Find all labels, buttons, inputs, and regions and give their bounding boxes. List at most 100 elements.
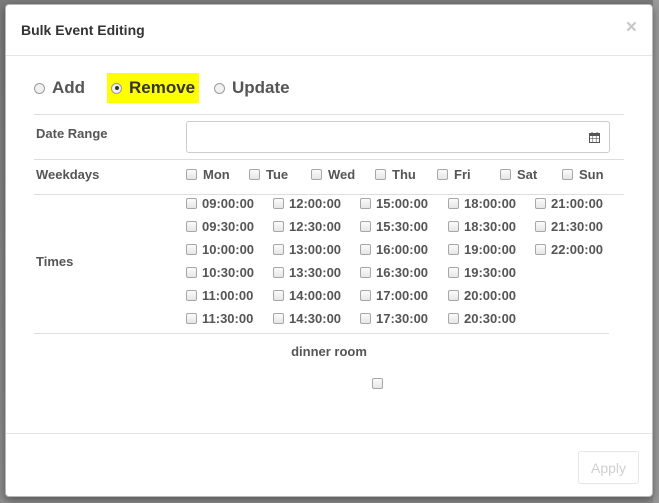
time-checkbox[interactable] <box>273 312 284 324</box>
weekday-label: Thu <box>392 166 416 182</box>
time-checkbox[interactable] <box>448 243 459 255</box>
time-option[interactable]: 16:30:00 <box>360 264 428 280</box>
time-option[interactable]: 19:30:00 <box>448 264 516 280</box>
time-checkbox[interactable] <box>360 197 371 209</box>
radio-add-indicator[interactable] <box>34 82 45 94</box>
close-button[interactable]: × <box>626 18 637 37</box>
radio-remove[interactable]: Remove <box>107 73 200 103</box>
time-option[interactable]: 20:00:00 <box>448 287 516 303</box>
time-option[interactable]: 15:00:00 <box>360 195 428 211</box>
time-checkbox[interactable] <box>273 289 284 301</box>
time-label: 15:00:00 <box>376 195 429 211</box>
time-option[interactable]: 11:30:00 <box>186 310 253 326</box>
time-option[interactable]: 10:00:00 <box>186 241 254 257</box>
time-checkbox[interactable] <box>448 289 459 301</box>
weekday-checkbox[interactable] <box>437 168 448 180</box>
time-label: 17:00:00 <box>376 287 429 303</box>
time-option[interactable]: 11:00:00 <box>186 287 253 303</box>
time-checkbox[interactable] <box>448 220 459 232</box>
weekday-label: Sun <box>579 166 604 182</box>
time-option[interactable]: 15:30:00 <box>360 218 428 234</box>
bulk-edit-dialog: Bulk Event Editing × Add Remove Update D… <box>5 4 653 497</box>
time-option[interactable]: 12:30:00 <box>273 218 341 234</box>
time-checkbox[interactable] <box>273 197 284 209</box>
radio-update[interactable]: Update <box>214 73 290 103</box>
time-option[interactable]: 18:30:00 <box>448 218 516 234</box>
radio-update-indicator[interactable] <box>214 82 225 94</box>
weekday-checkbox[interactable] <box>562 168 573 180</box>
apply-button[interactable]: Apply <box>578 451 639 484</box>
weekday-checkbox[interactable] <box>249 168 260 180</box>
weekday-checkbox[interactable] <box>500 168 511 180</box>
time-option[interactable]: 17:30:00 <box>360 310 428 326</box>
time-checkbox[interactable] <box>186 220 197 232</box>
time-option[interactable]: 22:00:00 <box>535 241 603 257</box>
time-label: 18:00:00 <box>464 195 517 211</box>
time-checkbox[interactable] <box>186 289 197 301</box>
radio-remove-indicator[interactable] <box>111 82 122 94</box>
weekday-checkbox[interactable] <box>311 168 322 180</box>
time-checkbox[interactable] <box>273 266 284 278</box>
calendar-icon[interactable] <box>589 132 600 143</box>
time-checkbox[interactable] <box>360 220 371 232</box>
time-checkbox[interactable] <box>273 243 284 255</box>
time-checkbox[interactable] <box>186 197 197 209</box>
radio-remove-label: Remove <box>129 78 196 97</box>
weekday-tue[interactable]: Tue <box>249 166 288 182</box>
weekday-thu[interactable]: Thu <box>375 166 416 182</box>
time-option[interactable]: 20:30:00 <box>448 310 516 326</box>
time-option[interactable]: 14:00:00 <box>273 287 341 303</box>
time-label: 11:00:00 <box>202 287 254 303</box>
time-option[interactable]: 21:00:00 <box>535 195 603 211</box>
time-label: 17:30:00 <box>376 310 429 326</box>
time-checkbox[interactable] <box>360 266 371 278</box>
weekday-wed[interactable]: Wed <box>311 166 355 182</box>
time-label: 22:00:00 <box>551 241 604 257</box>
time-option[interactable]: 21:30:00 <box>535 218 603 234</box>
weekday-checkbox[interactable] <box>375 168 386 180</box>
time-checkbox[interactable] <box>360 243 371 255</box>
time-label: 19:00:00 <box>464 241 517 257</box>
time-checkbox[interactable] <box>360 312 371 324</box>
time-checkbox[interactable] <box>273 220 284 232</box>
time-option[interactable]: 10:30:00 <box>186 264 254 280</box>
time-checkbox[interactable] <box>448 312 459 324</box>
time-checkbox[interactable] <box>535 220 546 232</box>
radio-update-label: Update <box>232 78 290 97</box>
time-checkbox[interactable] <box>186 266 197 278</box>
time-checkbox[interactable] <box>360 289 371 301</box>
time-option[interactable]: 16:00:00 <box>360 241 428 257</box>
time-option[interactable]: 19:00:00 <box>448 241 516 257</box>
time-label: 12:30:00 <box>289 218 342 234</box>
weekday-fri[interactable]: Fri <box>437 166 471 182</box>
time-label: 20:30:00 <box>464 310 517 326</box>
time-option[interactable]: 17:00:00 <box>360 287 428 303</box>
modal-footer <box>6 433 652 434</box>
time-checkbox[interactable] <box>448 266 459 278</box>
time-option[interactable]: 14:30:00 <box>273 310 341 326</box>
time-checkbox[interactable] <box>448 197 459 209</box>
weekday-sun[interactable]: Sun <box>562 166 604 182</box>
resource-checkbox[interactable] <box>372 378 383 389</box>
time-label: 16:00:00 <box>376 241 429 257</box>
divider <box>34 159 624 160</box>
time-checkbox[interactable] <box>186 312 197 324</box>
date-range-input[interactable] <box>186 121 610 153</box>
time-checkbox[interactable] <box>535 243 546 255</box>
time-option[interactable]: 09:00:00 <box>186 195 254 211</box>
time-option[interactable]: 13:30:00 <box>273 264 341 280</box>
time-option[interactable]: 09:30:00 <box>186 218 254 234</box>
weekday-checkbox[interactable] <box>186 168 197 180</box>
time-option[interactable]: 18:00:00 <box>448 195 516 211</box>
time-option[interactable]: 12:00:00 <box>273 195 341 211</box>
time-checkbox[interactable] <box>186 243 197 255</box>
weekday-sat[interactable]: Sat <box>500 166 537 182</box>
resource-label: dinner room <box>291 344 367 359</box>
time-label: 10:30:00 <box>202 264 255 280</box>
time-label: 09:00:00 <box>202 195 255 211</box>
radio-add[interactable]: Add <box>34 73 85 103</box>
weekday-mon[interactable]: Mon <box>186 166 230 182</box>
time-label: 15:30:00 <box>376 218 429 234</box>
time-checkbox[interactable] <box>535 197 546 209</box>
time-option[interactable]: 13:00:00 <box>273 241 341 257</box>
